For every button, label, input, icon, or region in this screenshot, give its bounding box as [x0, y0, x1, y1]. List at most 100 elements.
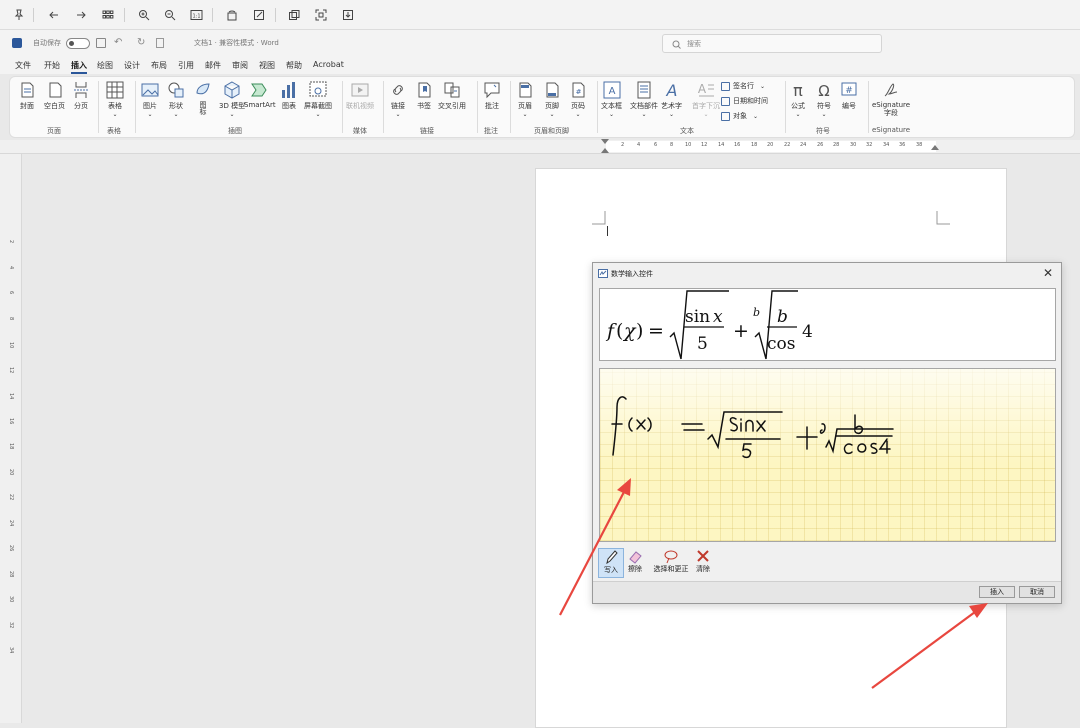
word-logo-icon: [12, 38, 22, 48]
group-header-footer-label: 页眉和页脚: [534, 127, 569, 135]
chart-button[interactable]: 图表: [280, 81, 298, 111]
page-number-button[interactable]: # 页码 ⌄: [570, 81, 586, 118]
hanging-indent-marker[interactable]: [601, 148, 609, 153]
tab-insert[interactable]: 插入: [71, 60, 87, 74]
pictures-button[interactable]: 图片 ⌄: [141, 81, 159, 118]
select-correct-tool-button[interactable]: 选择和更正: [651, 548, 691, 574]
redo-icon[interactable]: ↻: [137, 37, 145, 48]
ruler-number: 30: [850, 142, 857, 148]
signature-line-button[interactable]: 签名行 ⌄: [721, 81, 765, 91]
ribbon-tabs: 文件 开始 插入 绘图 设计 布局 引用 邮件 审阅 视图 帮助 Acrobat: [0, 58, 1080, 74]
tab-review[interactable]: 审阅: [232, 60, 248, 71]
tab-help[interactable]: 帮助: [286, 60, 302, 71]
search-placeholder: 搜索: [687, 40, 701, 48]
ruler-number: 20: [767, 142, 774, 148]
svg-text:χ: χ: [622, 320, 637, 342]
cancel-button[interactable]: 取消: [1019, 586, 1055, 598]
online-video-button[interactable]: 联机视频: [346, 81, 374, 111]
tab-home[interactable]: 开始: [44, 60, 60, 71]
insert-button[interactable]: 插入: [979, 586, 1015, 598]
tab-view[interactable]: 视图: [259, 60, 275, 71]
tab-file[interactable]: 文件: [15, 60, 31, 71]
tab-acrobat[interactable]: Acrobat: [313, 60, 344, 69]
save-icon[interactable]: [96, 38, 106, 48]
zoom-in-icon[interactable]: [134, 5, 154, 25]
drop-cap-button[interactable]: A 首字下沉 ⌄: [692, 81, 720, 118]
margin-corner-mark: [592, 211, 606, 225]
crop-icon[interactable]: [311, 5, 331, 25]
tab-draw[interactable]: 绘图: [97, 60, 113, 71]
quick-parts-button[interactable]: 文档部件 ⌄: [630, 81, 658, 118]
cross-reference-button[interactable]: 交叉引用: [438, 81, 466, 111]
svg-text:4: 4: [802, 322, 813, 342]
word-title-bar: 自动保存 ↶ ↻ 文档1 · 兼容性模式 · Word: [0, 30, 1080, 58]
svg-text:#: #: [576, 88, 582, 96]
ruler-number: 18: [751, 142, 758, 148]
erase-tool-button[interactable]: 擦除: [622, 548, 648, 574]
ruler-number: 4: [637, 142, 641, 148]
clear-tool-button[interactable]: 清除: [690, 548, 716, 574]
group-illustrations-label: 插图: [228, 127, 242, 135]
esignature-field-button[interactable]: eSignature 字段: [872, 81, 910, 117]
blank-page-button[interactable]: 空白页: [44, 81, 65, 111]
3d-models-button[interactable]: 3D 模型 ⌄: [219, 81, 245, 118]
search-input[interactable]: 搜索: [662, 34, 882, 53]
format-painter-icon[interactable]: [156, 38, 164, 48]
smartart-button[interactable]: SmartArt: [244, 81, 276, 109]
number-button[interactable]: # 编号: [840, 81, 858, 111]
footer-button[interactable]: 页脚 ⌄: [544, 81, 560, 118]
save-icon[interactable]: [338, 5, 358, 25]
cover-page-button[interactable]: 封面: [19, 81, 35, 111]
shapes-button[interactable]: 形状 ⌄: [167, 81, 185, 118]
table-button[interactable]: 表格 ⌄: [106, 81, 124, 118]
equation-button[interactable]: π 公式 ⌄: [789, 81, 807, 118]
page-break-button[interactable]: 分页: [73, 81, 89, 111]
link-button[interactable]: 链接 ⌄: [389, 81, 407, 118]
group-esignature-label: eSignature: [872, 126, 911, 134]
edit-icon[interactable]: [249, 5, 269, 25]
tab-layout[interactable]: 布局: [151, 60, 167, 71]
tab-mailings[interactable]: 邮件: [205, 60, 221, 71]
header-button[interactable]: 页眉 ⌄: [517, 81, 533, 118]
group-symbols-label: 符号: [816, 127, 830, 135]
equation-preview: f ( χ ) = sin x 5 + b b cos 4: [599, 288, 1056, 361]
ruler-number: 32: [8, 622, 14, 629]
close-icon[interactable]: ✕: [1043, 266, 1053, 280]
svg-text:A: A: [698, 82, 707, 96]
actual-size-icon[interactable]: 1:1: [186, 5, 206, 25]
undo-icon[interactable]: ↶: [114, 37, 122, 48]
back-arrow-icon[interactable]: [44, 5, 64, 25]
write-tool-button[interactable]: 写入: [598, 548, 624, 578]
ruler-number: 10: [8, 342, 14, 349]
tab-references[interactable]: 引用: [178, 60, 194, 71]
screenshot-button[interactable]: 屏幕截图 ⌄: [304, 81, 332, 118]
zoom-out-icon[interactable]: [160, 5, 180, 25]
wordart-button[interactable]: A 艺术字 ⌄: [661, 81, 682, 118]
ruler-number: 22: [8, 494, 14, 501]
forward-arrow-icon[interactable]: [71, 5, 91, 25]
ruler-number: 30: [8, 596, 14, 603]
ruler-number: 14: [718, 142, 725, 148]
ruler-number: 20: [8, 469, 14, 476]
comment-button[interactable]: 批注: [483, 81, 501, 111]
text-box-button[interactable]: A 文本框 ⌄: [601, 81, 622, 118]
handwriting-canvas[interactable]: [599, 368, 1056, 542]
tab-design[interactable]: 设计: [124, 60, 140, 71]
ruler-number: 26: [817, 142, 824, 148]
autosave-toggle[interactable]: [66, 38, 90, 49]
grid-icon[interactable]: [98, 5, 118, 25]
bookmark-button[interactable]: 书签: [416, 81, 432, 111]
pin-icon[interactable]: [9, 5, 29, 25]
right-indent-marker[interactable]: [931, 145, 939, 150]
symbol-button[interactable]: Ω 符号 ⌄: [815, 81, 833, 118]
rotate-icon[interactable]: [222, 5, 242, 25]
svg-text:A: A: [665, 81, 677, 99]
first-line-indent-marker[interactable]: [601, 139, 609, 144]
icons-button[interactable]: 图标: [194, 81, 212, 115]
ruler-number: 2: [621, 142, 625, 148]
date-time-button[interactable]: 日期和时间: [721, 96, 768, 106]
copy-icon[interactable]: [284, 5, 304, 25]
text-cursor: [607, 226, 608, 236]
group-tables-label: 表格: [107, 127, 121, 135]
object-button[interactable]: 对象 ⌄: [721, 111, 758, 121]
